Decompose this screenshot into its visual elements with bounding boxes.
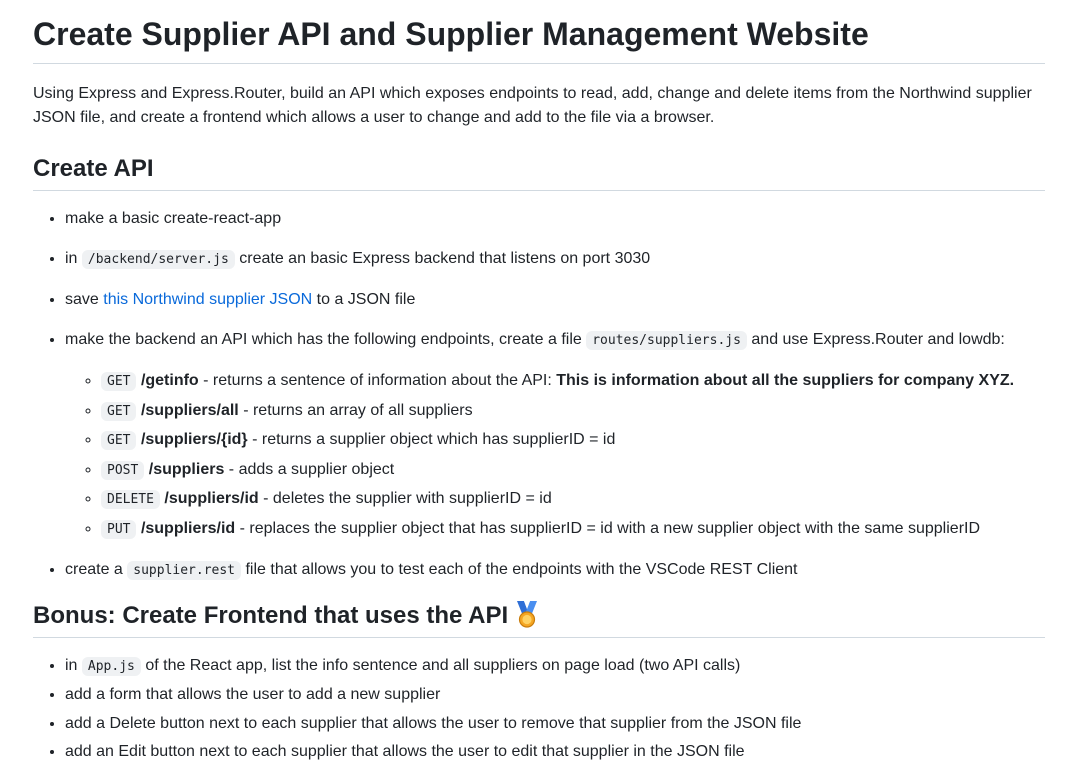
http-method-code: POST [101, 460, 145, 480]
intro-paragraph: Using Express and Express.Router, build … [33, 85, 1032, 126]
list-item-app-js: in App.js of the React app, list the inf… [65, 654, 1045, 679]
create-api-list: make a basic create-react-app in /backen… [33, 207, 1045, 583]
endpoint-item: POST /suppliers - adds a supplier object [101, 458, 1045, 483]
endpoint-path: /suppliers/{id} [140, 431, 248, 448]
list-item-server: in /backend/server.js create an basic Ex… [65, 247, 1045, 272]
endpoint-list: GET /getinfo - returns a sentence of inf… [65, 369, 1045, 542]
northwind-json-link[interactable]: this Northwind supplier JSON [103, 291, 312, 308]
list-item-add-form: add a form that allows the user to add a… [65, 683, 1045, 707]
endpoint-item: GET /getinfo - returns a sentence of inf… [101, 369, 1045, 394]
endpoint-item: GET /suppliers/{id} - returns a supplier… [101, 428, 1045, 453]
list-item-rest-file: create a supplier.rest file that allows … [65, 558, 1045, 583]
list-item-delete-button: add a Delete button next to each supplie… [65, 712, 1045, 736]
page-title: Create Supplier API and Supplier Managem… [33, 0, 1045, 64]
endpoint-path: /suppliers/id [140, 519, 236, 537]
app-file-code: App.js [81, 656, 141, 676]
list-item-basic-app: make a basic create-react-app [65, 207, 1045, 231]
endpoint-path: /suppliers/all [140, 401, 239, 419]
list-item-save-json: save this Northwind supplier JSON to a J… [65, 288, 1045, 312]
endpoint-path: /suppliers [148, 460, 225, 478]
list-item-edit-button: add an Edit button next to each supplier… [65, 740, 1045, 764]
medal-icon [517, 600, 538, 628]
http-method-code: DELETE [101, 490, 160, 509]
endpoint-path: /suppliers/id [164, 490, 259, 507]
routes-file-code: routes/suppliers.js [586, 331, 747, 350]
http-method-code: PUT [101, 519, 137, 539]
http-method-code: GET [101, 401, 137, 421]
bonus-heading: Bonus: Create Frontend that uses the API [33, 600, 1045, 638]
server-path-code: /backend/server.js [81, 250, 235, 269]
readme-document: Create Supplier API and Supplier Managem… [0, 0, 1087, 764]
endpoint-path: /getinfo [140, 372, 199, 389]
list-item-endpoints: make the backend an API which has the fo… [65, 328, 1045, 542]
rest-file-code: supplier.rest [127, 560, 242, 580]
create-api-heading: Create API [33, 154, 1045, 191]
info-sentence: This is information about all the suppli… [556, 372, 1015, 389]
endpoint-item: PUT /suppliers/id - replaces the supplie… [101, 517, 1045, 542]
http-method-code: GET [101, 372, 137, 391]
http-method-code: GET [101, 431, 137, 450]
bonus-list: in App.js of the React app, list the inf… [33, 654, 1045, 765]
endpoint-item: DELETE /suppliers/id - deletes the suppl… [101, 487, 1045, 512]
endpoint-item: GET /suppliers/all - returns an array of… [101, 399, 1045, 424]
